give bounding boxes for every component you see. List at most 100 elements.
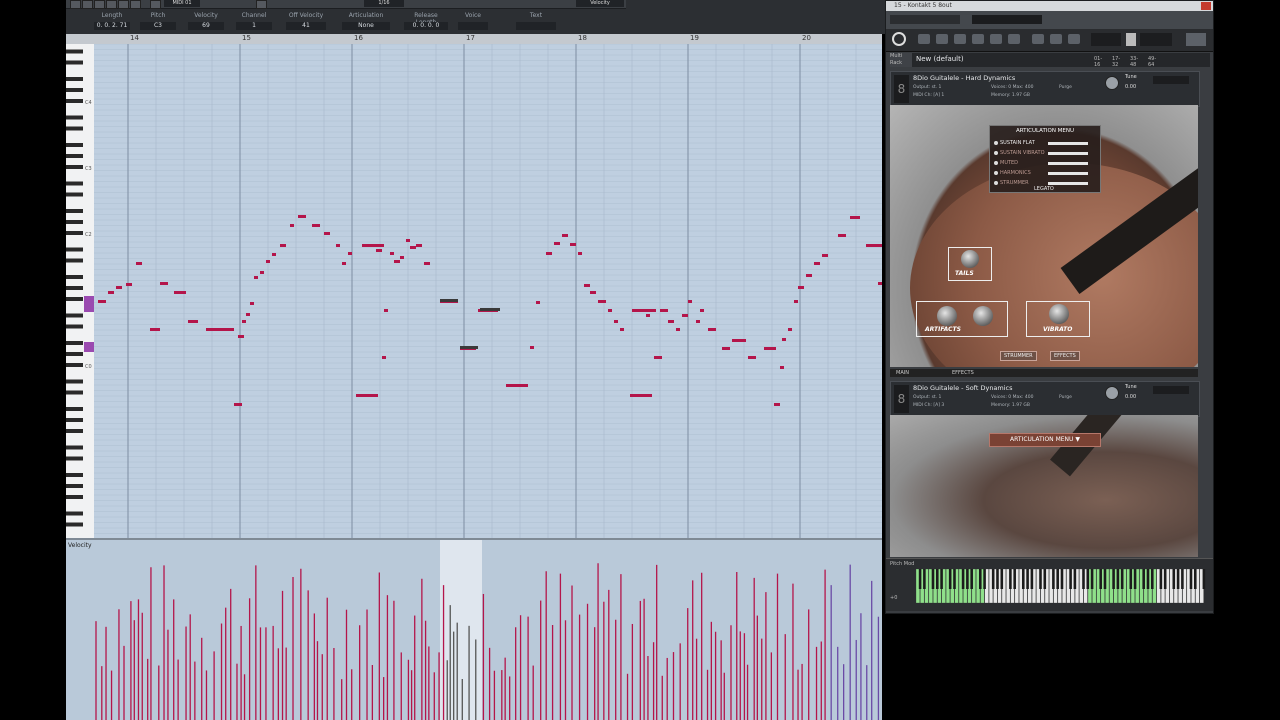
- info-value-7[interactable]: [458, 22, 488, 30]
- midi-note[interactable]: [234, 403, 242, 406]
- midi-note[interactable]: [850, 216, 860, 219]
- black-key[interactable]: [1142, 569, 1145, 589]
- midi-note[interactable]: [646, 314, 650, 317]
- instrument-2-name[interactable]: 8Dio Guitalele - Soft Dynamics: [913, 384, 1013, 392]
- midi-note[interactable]: [410, 246, 416, 249]
- options-icon[interactable]: [1050, 34, 1062, 44]
- midi-note[interactable]: [150, 328, 160, 331]
- midi-note[interactable]: [546, 252, 552, 255]
- files-icon[interactable]: [1032, 34, 1044, 44]
- midi-note[interactable]: [814, 262, 820, 265]
- black-key[interactable]: [918, 569, 922, 589]
- midi-note[interactable]: [788, 328, 792, 331]
- midi-note[interactable]: [688, 300, 692, 303]
- midi-note[interactable]: [254, 276, 258, 279]
- vibrato-knob[interactable]: [1049, 304, 1069, 324]
- rack-range-2[interactable]: 33-48: [1130, 56, 1138, 68]
- midi-note[interactable]: [206, 328, 234, 331]
- black-key[interactable]: [1163, 569, 1167, 589]
- black-key[interactable]: [1021, 569, 1025, 589]
- grid-type-icon[interactable]: [256, 0, 267, 9]
- articulation-volume-slider-2[interactable]: [1048, 162, 1088, 165]
- instrument-1-name[interactable]: 8Dio Guitalele - Hard Dynamics: [913, 74, 1015, 82]
- instrument-2-midi[interactable]: MIDI Ch: [A] 3: [913, 403, 944, 408]
- black-key[interactable]: [996, 569, 999, 589]
- midi-note[interactable]: [416, 244, 422, 247]
- midi-note[interactable]: [748, 356, 756, 359]
- black-key[interactable]: [1013, 569, 1016, 589]
- black-key[interactable]: [983, 569, 986, 589]
- kontakt-title-bar[interactable]: 15 - Kontakt 5 8out: [886, 1, 1213, 11]
- master-icon[interactable]: [972, 34, 984, 44]
- black-key[interactable]: [940, 569, 943, 589]
- midi-note[interactable]: [98, 300, 106, 303]
- rack-range-0[interactable]: 01-16: [1094, 56, 1102, 68]
- midi-note[interactable]: [260, 271, 264, 274]
- black-key[interactable]: [1073, 569, 1077, 589]
- midi-note[interactable]: [362, 244, 384, 247]
- black-key[interactable]: [1082, 569, 1085, 589]
- rack-view-icon[interactable]: [936, 34, 948, 44]
- artifacts-knob-2[interactable]: [973, 306, 993, 326]
- black-key[interactable]: [1193, 569, 1197, 589]
- midi-note[interactable]: [764, 347, 776, 350]
- instrument-2-purge[interactable]: Purge: [1059, 395, 1072, 400]
- midi-note[interactable]: [676, 328, 680, 331]
- articulation-toggle-1[interactable]: [994, 151, 998, 155]
- midi-note[interactable]: [266, 260, 270, 263]
- black-key[interactable]: [966, 569, 969, 589]
- midi-note[interactable]: [654, 356, 662, 359]
- midi-note[interactable]: [794, 300, 798, 303]
- piano-keyboard[interactable]: C4C3C2C1C0: [66, 44, 94, 538]
- tails-knob[interactable]: [961, 250, 979, 268]
- draw-tool-icon[interactable]: [82, 0, 93, 9]
- midi-note[interactable]: [722, 347, 730, 350]
- quantize-select[interactable]: 1/16: [364, 0, 404, 7]
- midi-note[interactable]: [732, 339, 746, 342]
- midi-note[interactable]: [126, 283, 132, 286]
- midi-note-muted[interactable]: [440, 299, 458, 302]
- midi-note[interactable]: [598, 300, 606, 303]
- black-key[interactable]: [1176, 569, 1180, 589]
- black-key[interactable]: [961, 569, 965, 589]
- midi-note[interactable]: [660, 309, 668, 312]
- midi-note[interactable]: [384, 309, 388, 312]
- black-key[interactable]: [1052, 569, 1055, 589]
- snap-toggle-icon[interactable]: [150, 0, 161, 9]
- midi-note[interactable]: [324, 232, 330, 235]
- midi-note[interactable]: [376, 249, 382, 252]
- black-key[interactable]: [1090, 569, 1094, 589]
- articulation-menu-button[interactable]: ARTICULATION MENU ▼: [989, 433, 1101, 447]
- black-key[interactable]: [1026, 569, 1029, 589]
- panic-icon[interactable]: [1126, 33, 1136, 46]
- black-key[interactable]: [948, 569, 952, 589]
- midi-note[interactable]: [668, 320, 674, 323]
- black-key[interactable]: [1120, 569, 1124, 589]
- info-value-8[interactable]: [516, 22, 556, 30]
- instrument-2-tune-knob[interactable]: [1105, 386, 1119, 400]
- midi-note[interactable]: [798, 286, 804, 289]
- instrument-1-midi[interactable]: MIDI Ch: [A] 1: [913, 93, 944, 98]
- articulation-item-3[interactable]: HARMONICS: [1000, 170, 1031, 176]
- host-buttons[interactable]: [890, 15, 960, 24]
- instrument-1-purge[interactable]: Purge: [1059, 85, 1072, 90]
- black-key[interactable]: [1009, 569, 1012, 589]
- info-value-5[interactable]: None: [342, 22, 390, 30]
- black-key[interactable]: [1133, 569, 1137, 589]
- mute-tool-icon[interactable]: [118, 0, 129, 9]
- black-key[interactable]: [1189, 569, 1193, 589]
- keyboard-icon[interactable]: [990, 34, 1002, 44]
- close-window-icon[interactable]: [1201, 2, 1211, 10]
- articulation-volume-slider-0[interactable]: [1048, 142, 1088, 145]
- midi-note[interactable]: [250, 302, 254, 305]
- midi-note[interactable]: [822, 254, 828, 257]
- midi-note[interactable]: [780, 366, 784, 369]
- midi-note[interactable]: [160, 282, 168, 285]
- black-key[interactable]: [991, 569, 995, 589]
- black-key[interactable]: [1181, 569, 1184, 589]
- articulation-item-4[interactable]: STRUMMER: [1000, 180, 1029, 186]
- midi-note[interactable]: [406, 239, 410, 242]
- midi-note[interactable]: [312, 224, 320, 227]
- midi-note[interactable]: [682, 314, 688, 317]
- note-grid[interactable]: [94, 43, 882, 538]
